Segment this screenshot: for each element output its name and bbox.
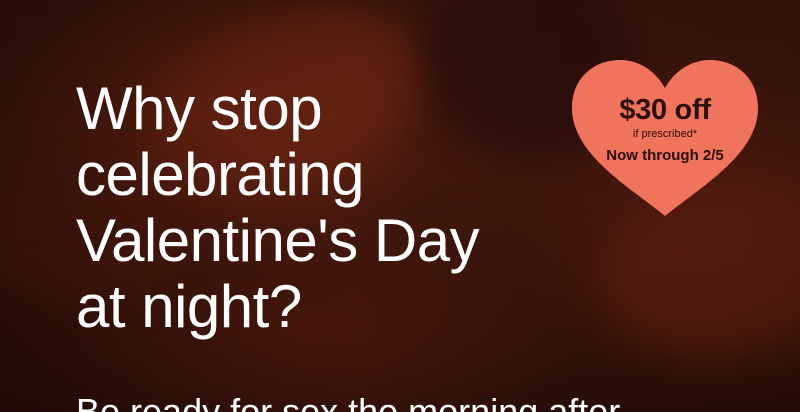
promo-amount: $30 off: [619, 94, 711, 126]
promo-text: $30 off if prescribed* Now through 2/5: [568, 94, 762, 165]
promo-note: if prescribed*: [632, 128, 698, 140]
hero-subline: Be ready for sex the morning after: [76, 391, 621, 412]
promo-heart-badge: $30 off if prescribed* Now through 2/5: [568, 56, 762, 220]
hero-headline: Why stop celebrating Valentine's Day at …: [76, 75, 480, 340]
promo-dates: Now through 2/5: [606, 147, 724, 164]
hero-banner: Why stop celebrating Valentine's Day at …: [0, 0, 800, 412]
